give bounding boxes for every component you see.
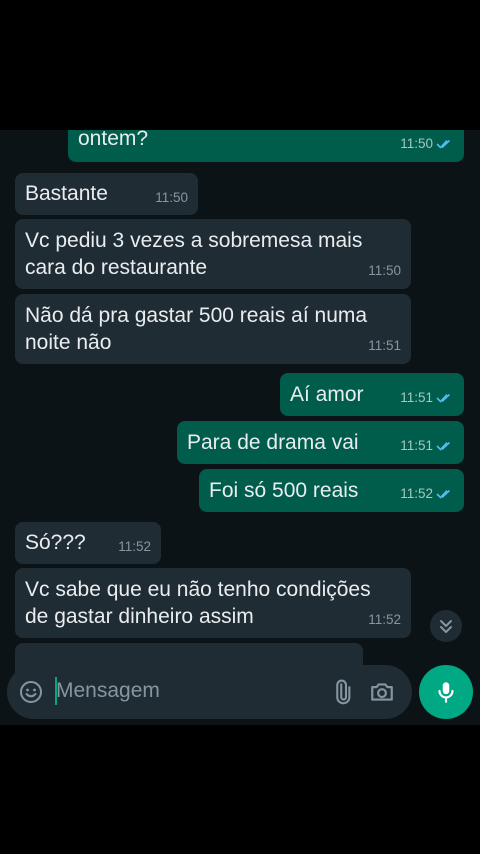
message-time: 11:52 (400, 486, 433, 501)
message-time: 11:51 (368, 338, 401, 353)
message-outgoing[interactable]: Para de drama vai 11:51 (177, 421, 464, 464)
message-meta: 11:52 (368, 607, 401, 632)
message-text: Só??? (25, 531, 86, 554)
message-meta: 11:51 (400, 433, 454, 458)
attach-icon[interactable] (329, 679, 355, 705)
message-input[interactable]: Mensagem (56, 679, 160, 703)
message-text: Aí amor (290, 383, 364, 406)
message-time: 11:50 (368, 263, 401, 278)
message-time: 11:52 (368, 612, 401, 627)
message-outgoing[interactable]: Foi só 500 reais 11:52 (199, 469, 464, 512)
read-ticks-icon (436, 393, 451, 403)
message-meta: 11:51 (400, 385, 454, 410)
message-text-line: Não dá pra gastar 500 reais aí numa (25, 304, 368, 327)
mic-button[interactable] (419, 665, 473, 719)
message-meta: 11:52 (400, 481, 454, 506)
message-text: Foi só 500 reais (209, 479, 359, 502)
read-ticks-icon (436, 489, 451, 499)
message-text-line: Vc pediu 3 vezes a sobremesa mais (25, 229, 363, 252)
message-text-line: Vc sabe que eu não tenho condições (25, 578, 371, 601)
message-input-bar[interactable]: Mensagem (7, 665, 412, 719)
message-outgoing[interactable]: ontem? 11:50 (68, 130, 464, 162)
message-time: 11:50 (155, 190, 188, 205)
camera-icon[interactable] (369, 679, 395, 705)
message-time: 11:52 (118, 539, 151, 554)
message-text-line: noite não (25, 331, 112, 354)
message-meta: 11:50 (368, 258, 401, 283)
read-ticks-icon (436, 139, 451, 149)
message-incoming[interactable]: Vc sabe que eu não tenho condições de ga… (15, 568, 411, 638)
mic-icon (438, 682, 454, 703)
chat-area[interactable]: ontem? 11:50 Bastante 11:50 Vc pediu 3 v… (0, 130, 480, 725)
chevron-double-down-icon (440, 620, 452, 633)
message-text-line: cara do restaurante (25, 256, 208, 279)
phone-screen: ontem? 11:50 Bastante 11:50 Vc pediu 3 v… (0, 0, 480, 854)
message-meta: 11:52 (118, 534, 151, 559)
message-time: 11:50 (400, 136, 433, 151)
message-text: Bastante (25, 182, 108, 205)
scroll-to-bottom-button[interactable] (430, 610, 462, 642)
message-time: 11:51 (400, 438, 433, 453)
message-incoming[interactable]: Só??? 11:52 (15, 522, 161, 564)
message-outgoing[interactable]: Aí amor 11:51 (280, 373, 464, 416)
message-meta: 11:50 (155, 185, 188, 210)
read-ticks-icon (436, 441, 451, 451)
message-text-line: de gastar dinheiro assim (25, 605, 254, 628)
emoji-icon[interactable] (19, 680, 43, 704)
message-incoming[interactable]: Vc pediu 3 vezes a sobremesa mais cara d… (15, 219, 411, 289)
message-time: 11:51 (400, 390, 433, 405)
message-meta: 11:50 (400, 131, 454, 156)
message-incoming[interactable]: Bastante 11:50 (15, 173, 198, 215)
message-text: Para de drama vai (187, 431, 359, 454)
message-meta: 11:51 (368, 333, 401, 358)
message-incoming[interactable]: Não dá pra gastar 500 reais aí numa noit… (15, 294, 411, 364)
message-text: ontem? (78, 130, 149, 150)
